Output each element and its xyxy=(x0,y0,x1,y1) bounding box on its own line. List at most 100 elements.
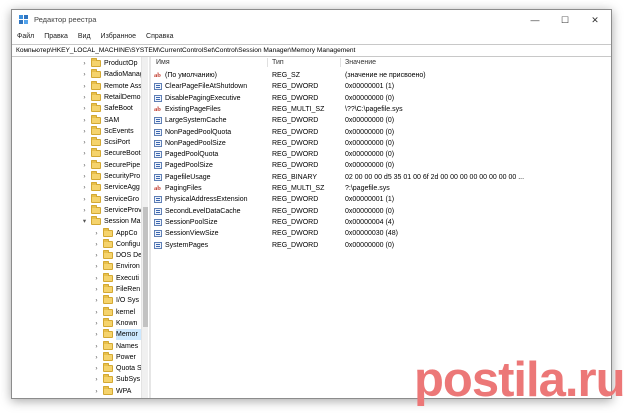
tree-scrollbar-thumb[interactable] xyxy=(143,207,148,327)
chevron-right-icon[interactable]: › xyxy=(93,374,100,385)
chevron-right-icon[interactable]: › xyxy=(93,273,100,284)
tree-node[interactable]: › Remote Ass xyxy=(12,80,141,92)
chevron-down-icon[interactable]: ▾ xyxy=(81,216,88,227)
value-row[interactable]: SessionViewSize REG_DWORD 0x00000030 (48) xyxy=(151,228,611,239)
tree-node[interactable]: › Quota S xyxy=(12,363,141,374)
binary-icon xyxy=(154,139,162,147)
tree-node[interactable]: › Names xyxy=(12,340,141,352)
tree-node[interactable]: › Known xyxy=(12,317,141,329)
menu-favorites[interactable]: Избранное xyxy=(96,30,141,43)
chevron-right-icon[interactable]: › xyxy=(93,329,100,340)
value-row[interactable]: ab (По умолчанию) REG_SZ (значение не присв… xyxy=(151,70,611,81)
chevron-right-icon[interactable]: › xyxy=(81,148,88,159)
tree-node[interactable]: › Configu xyxy=(12,238,141,250)
tree-node[interactable]: › ServiceAgg xyxy=(12,182,141,193)
tree-node[interactable]: › SecurityPro xyxy=(12,171,141,182)
tree-node[interactable]: › SAM xyxy=(12,114,141,126)
tree-node[interactable]: › RetailDemo xyxy=(12,91,141,103)
value-row[interactable]: NonPagedPoolQuota REG_DWORD 0x00000000 (0) xyxy=(151,127,611,138)
tree-node[interactable]: › kernel xyxy=(12,306,141,318)
tree-node[interactable]: › I/O Sys xyxy=(12,295,141,306)
column-header-data[interactable]: Значение xyxy=(345,57,376,68)
chevron-right-icon[interactable]: › xyxy=(93,307,100,318)
menu-edit[interactable]: Правка xyxy=(39,30,73,43)
value-row[interactable]: ab ExistingPageFiles REG_MULTI_SZ \??\C:\pa… xyxy=(151,104,611,115)
chevron-right-icon[interactable]: › xyxy=(93,261,100,272)
tree-node[interactable]: › RadioManag xyxy=(12,69,141,80)
tree-node[interactable]: › SafeBoot xyxy=(12,103,141,114)
tree-node[interactable]: › Memor xyxy=(12,329,141,341)
chevron-right-icon[interactable]: › xyxy=(81,81,88,92)
chevron-right-icon[interactable]: › xyxy=(81,171,88,182)
tree-node[interactable]: › Environ xyxy=(12,261,141,272)
tree-node[interactable]: › SecurePipe xyxy=(12,159,141,171)
chevron-right-icon[interactable]: › xyxy=(81,160,88,171)
tree-node[interactable]: › SecureBoot xyxy=(12,148,141,159)
column-divider[interactable] xyxy=(340,58,341,67)
menu-help[interactable]: Справка xyxy=(141,30,178,43)
column-header-type[interactable]: Тип xyxy=(272,57,284,68)
value-row[interactable]: SecondLevelDataCache REG_DWORD 0x00000000 … xyxy=(151,206,611,217)
chevron-right-icon[interactable]: › xyxy=(93,284,100,295)
chevron-right-icon[interactable]: › xyxy=(81,182,88,193)
value-row[interactable]: PagedPoolSize REG_DWORD 0x00000000 (0) xyxy=(151,160,611,171)
chevron-right-icon[interactable]: › xyxy=(81,115,88,126)
chevron-right-icon[interactable]: › xyxy=(93,239,100,250)
minimize-button[interactable]: — xyxy=(521,10,549,30)
tree-node[interactable]: › ProductOp xyxy=(12,58,141,69)
chevron-right-icon[interactable]: › xyxy=(81,194,88,205)
title-bar[interactable]: Редактор реестра — ☐ ✕ xyxy=(12,10,611,30)
tree-node[interactable]: › FileRen xyxy=(12,284,141,295)
value-row[interactable]: SystemPages REG_DWORD 0x00000000 (0) xyxy=(151,240,611,251)
chevron-right-icon[interactable]: › xyxy=(81,137,88,148)
value-row[interactable]: ClearPageFileAtShutdown REG_DWORD 0x000000… xyxy=(151,81,611,92)
tree-node[interactable]: › ServiceGro xyxy=(12,193,141,205)
tree-node-label: Executi xyxy=(116,274,139,282)
value-row[interactable]: ab PagingFiles REG_MULTI_SZ ?:\pagefile.sys xyxy=(151,183,611,194)
chevron-right-icon[interactable]: › xyxy=(93,363,100,374)
tree-node[interactable]: › ScsiPort xyxy=(12,137,141,148)
value-row[interactable]: PagedPoolQuota REG_DWORD 0x00000000 (0) xyxy=(151,149,611,160)
value-row[interactable]: LargeSystemCache REG_DWORD 0x00000000 (0) xyxy=(151,115,611,126)
tree-node[interactable]: › ScEvents xyxy=(12,125,141,137)
column-divider[interactable] xyxy=(267,58,268,67)
value-row[interactable]: SessionPoolSize REG_DWORD 0x00000004 (4) xyxy=(151,217,611,228)
chevron-right-icon[interactable]: › xyxy=(93,341,100,352)
chevron-right-icon[interactable]: › xyxy=(81,92,88,103)
maximize-button[interactable]: ☐ xyxy=(551,10,579,30)
value-row[interactable]: PhysicalAddressExtension REG_DWORD 0x00000… xyxy=(151,194,611,205)
chevron-right-icon[interactable]: › xyxy=(93,386,100,397)
menu-file[interactable]: Файл xyxy=(12,30,39,43)
chevron-right-icon[interactable]: › xyxy=(81,205,88,216)
tree-node[interactable]: › Executi xyxy=(12,272,141,284)
chevron-right-icon[interactable]: › xyxy=(81,126,88,137)
close-button[interactable]: ✕ xyxy=(581,10,609,30)
chevron-right-icon[interactable]: › xyxy=(93,352,100,363)
chevron-right-icon[interactable]: › xyxy=(93,295,100,306)
tree-node[interactable]: › Power xyxy=(12,351,141,363)
chevron-right-icon[interactable]: › xyxy=(81,69,88,80)
column-header-name[interactable]: Имя xyxy=(156,57,170,68)
tree-node[interactable]: › WPA xyxy=(12,385,141,397)
address-bar[interactable]: Компьютер\HKEY_LOCAL_MACHINE\SYSTEM\Curr… xyxy=(12,44,611,57)
chevron-right-icon[interactable]: › xyxy=(81,58,88,69)
value-row[interactable]: DisablePagingExecutive REG_DWORD 0x0000000… xyxy=(151,93,611,104)
value-name: ClearPageFileAtShutdown xyxy=(165,83,248,91)
value-row[interactable]: NonPagedPoolSize REG_DWORD 0x00000000 (0) xyxy=(151,138,611,149)
chevron-right-icon[interactable]: › xyxy=(93,228,100,239)
chevron-right-icon[interactable]: › xyxy=(81,103,88,114)
tree-scrollbar[interactable] xyxy=(141,57,148,398)
value-row[interactable]: PagefileUsage REG_BINARY 02 00 00 00 d5 35… xyxy=(151,172,611,183)
value-type: REG_DWORD xyxy=(272,207,319,215)
menu-view[interactable]: Вид xyxy=(73,30,96,43)
tree-node[interactable]: › AppCo xyxy=(12,227,141,239)
chevron-right-icon[interactable]: › xyxy=(93,250,100,261)
chevron-right-icon[interactable]: › xyxy=(93,318,100,329)
tree-node[interactable]: ▾ Session Ma xyxy=(12,216,141,227)
tree-node[interactable]: › SubSys xyxy=(12,374,141,385)
tree-node-label: DOS De xyxy=(116,252,141,260)
tree-node[interactable]: › ServiceProv xyxy=(12,204,141,216)
key-tree[interactable]: › ProductOp › RadioManag › Remote Ass › RetailD… xyxy=(12,57,148,398)
tree-node[interactable]: › DOS De xyxy=(12,250,141,261)
folder-icon xyxy=(103,306,113,316)
